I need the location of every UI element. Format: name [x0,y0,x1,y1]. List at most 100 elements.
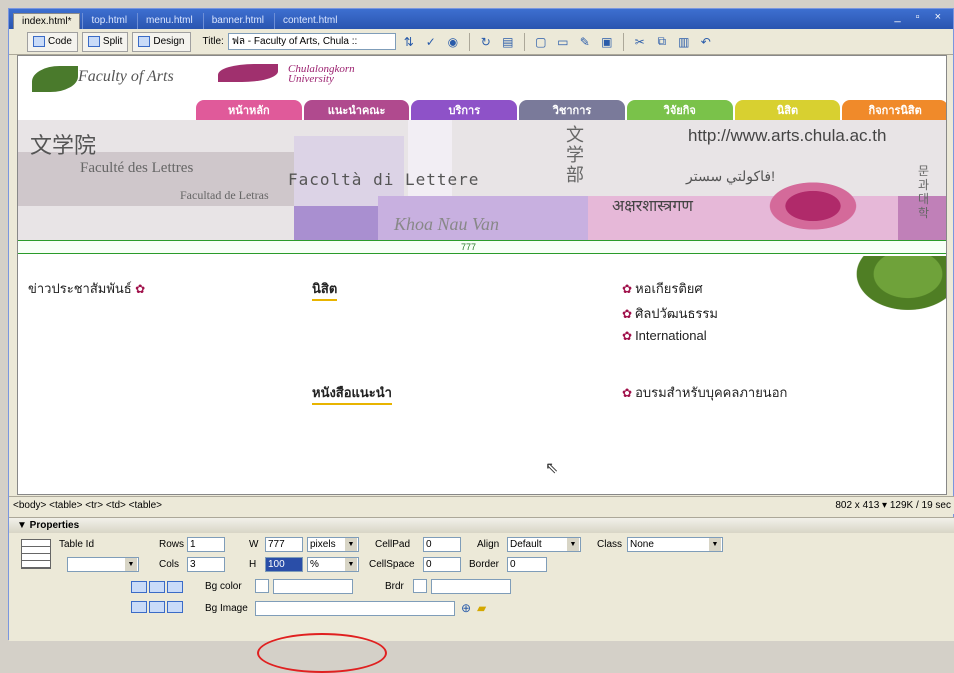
width-unit-select[interactable]: pixels [307,537,359,552]
table-layout-icon[interactable] [131,601,147,613]
refresh-icon[interactable]: ↻ [477,33,495,51]
cellspace-input[interactable]: 0 [423,557,461,572]
height-unit-select[interactable]: % [307,557,359,572]
design-icon [138,36,151,47]
properties-panel: Table Id Rows 1 Cols 3 W 777 pixels H 10… [9,533,954,641]
title-input[interactable]: ฟล - Faculty of Arts, Chula :: [227,33,396,50]
cols-input[interactable]: 3 [187,557,225,572]
file-management-icon[interactable]: ⇅ [400,33,418,51]
design-view-button[interactable]: Design [132,31,191,52]
point-to-file-icon[interactable]: ⊕ [461,601,471,615]
copy-icon[interactable]: ⧉ [653,33,671,51]
nav-research[interactable]: วิจัยกิจ [626,100,733,120]
save-icon[interactable]: ▣ [598,33,616,51]
flower-bullet-icon: ✿ [622,386,633,400]
tag-selector[interactable]: <body> <table> <tr> <td> <table> [13,500,162,511]
bgimage-input[interactable] [255,601,455,616]
undo-icon[interactable]: ↶ [697,33,715,51]
code-view-button[interactable]: Code [27,31,78,52]
paste-icon[interactable]: ▥ [675,33,693,51]
cut-icon[interactable]: ✂ [631,33,649,51]
nav-home[interactable]: หน้าหลัก [196,100,302,120]
banner-area: Faculty of Arts Chulalongkorn University … [18,56,946,252]
cellspace-label: CellSpace [369,559,415,570]
split-view-button[interactable]: Split [81,31,129,52]
tab-banner[interactable]: banner.html [202,13,272,29]
nav-about[interactable]: แนะนำคณะ [303,100,410,120]
books-link[interactable]: หนังสือแนะนำ [312,382,392,405]
nav-services[interactable]: บริการ [411,100,518,120]
dreamweaver-window: index.html* top.html menu.html banner.ht… [8,8,954,673]
flower-bullet-icon: ✿ [622,329,633,343]
border-color-swatch[interactable] [413,579,427,593]
cols-label: Cols [159,559,180,570]
align-label: Align [477,539,500,550]
browse-folder-icon[interactable]: ▰ [477,601,486,615]
nav-students[interactable]: นิสิต [734,100,841,120]
rows-input[interactable]: 1 [187,537,225,552]
right-link-international[interactable]: ✿ International [622,328,707,343]
flower-decoration [758,176,868,236]
design-label: Design [153,36,185,47]
toolbar-separator [523,32,525,51]
tab-index[interactable]: index.html* [13,13,81,29]
logo-univ: University [288,73,334,85]
class-label: Class [597,539,623,550]
border-color-label: Brdr [385,581,404,592]
french-text: Faculté des Lettres [80,160,194,176]
table-id-select[interactable] [67,557,139,572]
bgimage-label: Bg Image [205,603,248,614]
tab-menu[interactable]: menu.html [137,13,201,29]
leaf-logo-right [218,64,278,82]
edit-icon[interactable]: ✎ [576,33,594,51]
hindi-text: अक्षरशास्त्रगण [612,198,693,215]
window-size-info[interactable]: 802 x 413 ▾ 129K / 19 sec [835,500,951,511]
width-label: W [249,539,259,550]
training-text: อบรมสำหรับบุคคลภายนอก [635,385,788,400]
right-link-arts-culture[interactable]: ✿ ศิลปวัฒนธรรม [622,303,718,324]
split-label: Split [102,36,123,47]
table-id-label: Table Id [59,539,95,550]
vietnamese-text: Khoa Nau Van [394,214,500,234]
training-link[interactable]: ✿ อบรมสำหรับบุคคลภายนอก [622,382,787,403]
right-link-hall-of-fame[interactable]: ✿ หอเกียรติยศ [622,278,703,299]
align-select[interactable]: Default [507,537,581,552]
logo-text: Faculty of Arts [78,68,174,85]
border-label: Border [469,559,500,570]
table-layout-icon[interactable] [149,601,165,613]
properties-panel-header[interactable]: ▼ Properties [9,517,954,533]
tab-content[interactable]: content.html [274,13,345,29]
border-color-input[interactable] [431,579,511,594]
chinese-text: 文学院 [30,134,97,159]
clear-row-heights-icon[interactable] [167,581,183,593]
nav-academics[interactable]: วิชาการ [519,100,625,120]
table-layout-icon[interactable] [167,601,183,613]
new-file-icon[interactable]: ▢ [532,33,550,51]
flower-bullet-icon: ✿ [622,307,633,321]
title-label: Title: [202,36,224,47]
window-controls[interactable]: _ ▫ × [894,11,947,23]
border-input[interactable]: 0 [507,557,547,572]
cellpad-input[interactable]: 0 [423,537,461,552]
content-table[interactable]: ข่าวประชาสัมพันธ์ ✿ นิสิต ✿ หอเกียรติยศ ✿… [18,256,946,494]
students-link[interactable]: นิสิต [312,278,338,301]
banner-nav: หน้าหลัก แนะนำคณะ บริการ วิชาการ วิจัยกิ… [196,100,946,120]
browser-check-icon[interactable]: ✓ [422,33,440,51]
convert-widths-icon[interactable] [149,581,165,593]
open-folder-icon[interactable]: ▭ [554,33,572,51]
tab-top[interactable]: top.html [82,13,135,29]
preview-globe-icon[interactable]: ◉ [444,33,462,51]
clear-column-widths-icon[interactable] [131,581,147,593]
width-input[interactable]: 777 [265,537,303,552]
bgcolor-input[interactable] [273,579,353,594]
highlight-annotation [257,633,387,673]
arabic-text: فاكولتي سستر! [686,168,775,184]
view-options-icon[interactable]: ▤ [499,33,517,51]
document-toolbar: Code Split Design Title: ฟล - Faculty of… [9,29,953,55]
nav-student-affairs[interactable]: กิจการนิสิต [842,100,946,120]
class-select[interactable]: None [627,537,723,552]
news-label-text: ข่าวประชาสัมพันธ์ [28,281,132,296]
height-input[interactable]: 100 [265,557,303,572]
bgcolor-swatch[interactable] [255,579,269,593]
design-view[interactable]: Faculty of Arts Chulalongkorn University … [17,55,947,495]
